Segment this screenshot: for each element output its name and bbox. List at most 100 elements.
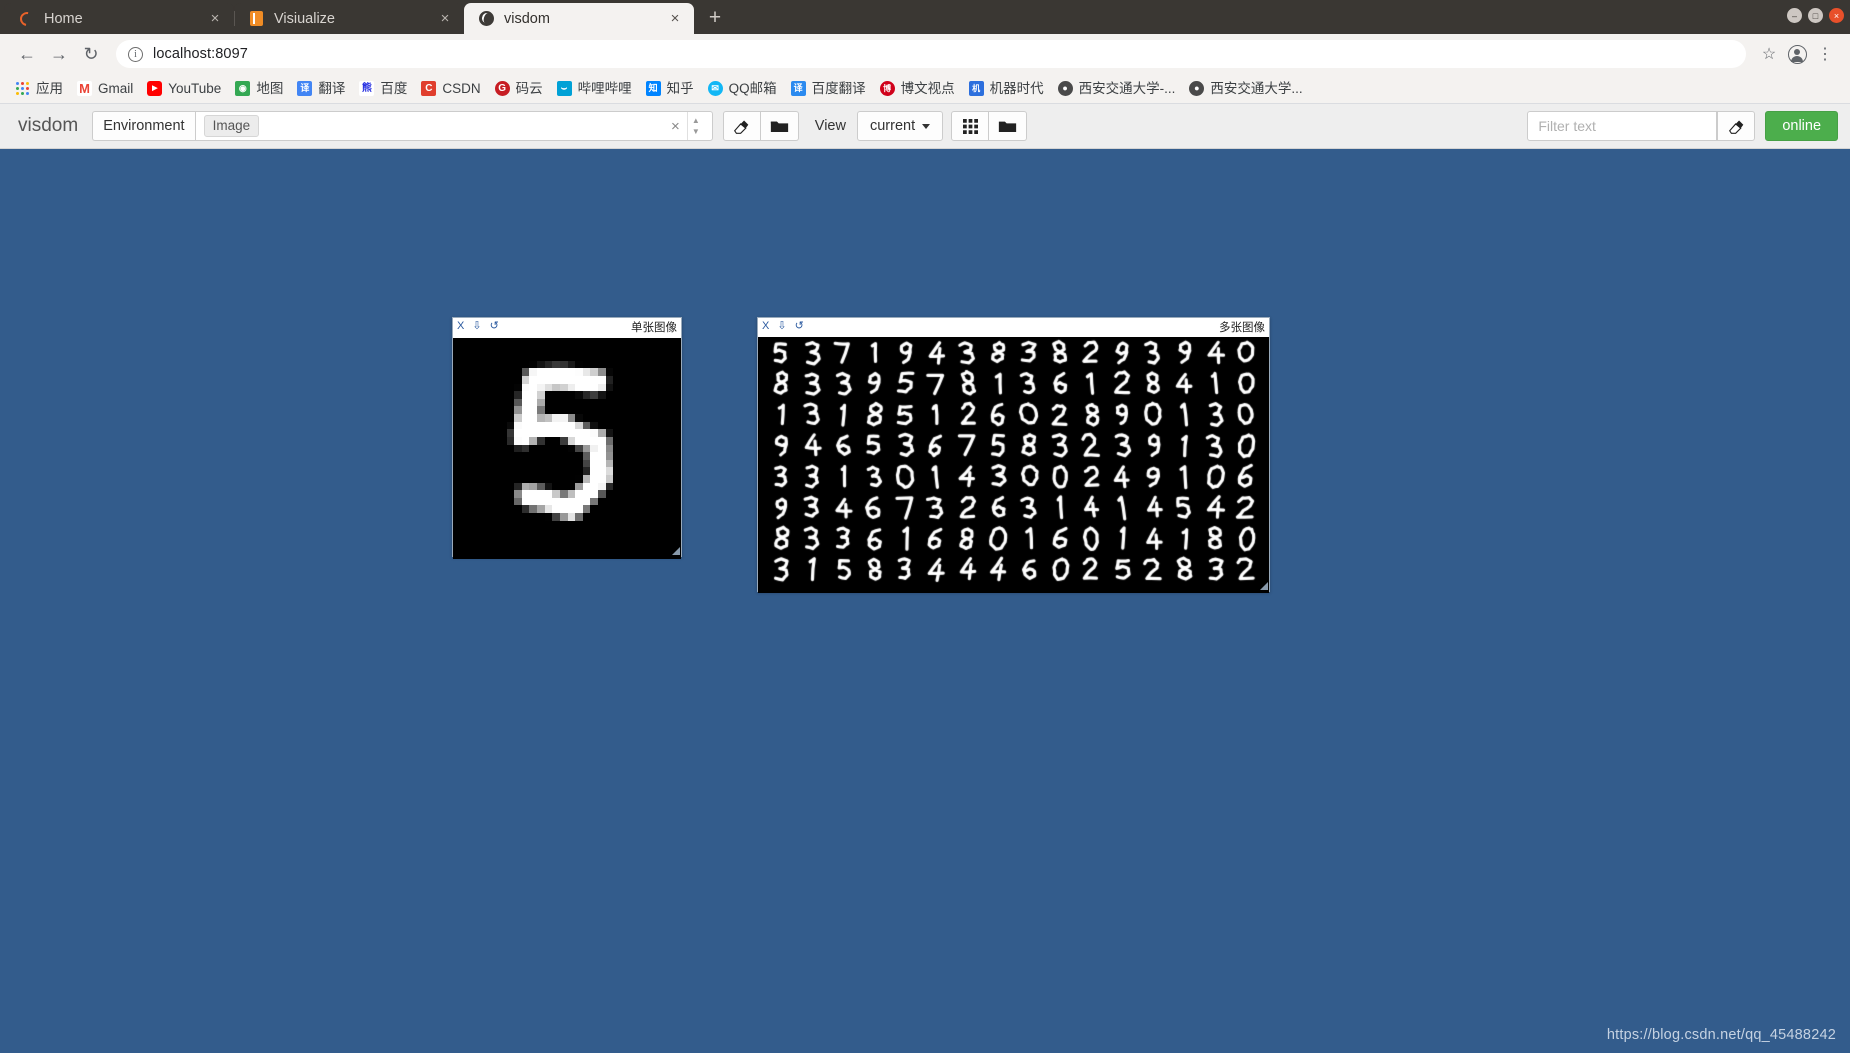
view-select[interactable]: current [856,111,944,141]
tab-visdom[interactable]: visdom × [464,3,694,34]
repack-layout-button[interactable] [951,111,990,141]
digit-cell [765,554,797,585]
clear-environment-button[interactable] [722,111,761,141]
single-digit-image [460,338,674,551]
csdn-icon: C [421,81,437,96]
environment-clear-icon[interactable]: × [664,118,687,135]
digit-cell [796,430,828,461]
url-text: localhost:8097 [153,46,248,62]
chevron-up-icon[interactable]: ▲ [692,116,700,125]
globe-icon [478,10,495,27]
environment-spinner[interactable]: ▲ ▼ [686,112,704,140]
bookmark-xjtu-2[interactable]: ● 西安交通大学... [1182,78,1309,99]
environment-select[interactable]: Image × ▲ ▼ [194,111,713,141]
bookmark-gmail[interactable]: M Gmail [70,78,140,99]
filter-input[interactable]: Filter text [1527,111,1718,141]
panel-resize-handle[interactable] [1259,581,1268,590]
address-bar: ← → ↻ i localhost:8097 ☆ ⋮ [0,34,1850,74]
bookmark-baidu[interactable]: 熊 百度 [352,78,414,99]
digit-cell [1137,554,1169,585]
digit-cell [1199,461,1231,492]
bookmark-xjtu-1[interactable]: ● 西安交通大学-... [1051,78,1183,99]
digit-cell [1230,368,1262,399]
visdom-toolbar: visdom Environment Image × ▲ ▼ View curr… [0,104,1850,149]
tab-close-icon[interactable]: × [666,10,684,28]
bookmark-apps[interactable]: 应用 [8,78,70,99]
tab-home[interactable]: Home × [4,3,234,34]
reload-icon[interactable]: ↻ [76,39,106,69]
maximize-icon[interactable]: □ [1808,8,1823,23]
bookmark-jiqi-shidai[interactable]: 机 机器时代 [962,78,1051,99]
bookmark-maps[interactable]: ◉ 地图 [228,78,290,99]
digit-cell [827,368,859,399]
bookmark-csdn[interactable]: C CSDN [414,78,487,99]
panel-single-image[interactable]: X ⇩ ↺ 单张图像 [452,317,682,559]
bookmark-label: CSDN [442,80,481,96]
digit-cell [858,461,890,492]
connection-status-badge[interactable]: online [1765,111,1839,141]
digit-cell [1230,461,1262,492]
tab-close-icon[interactable]: × [436,10,454,28]
digit-cell [1013,554,1045,585]
open-environment-button[interactable] [760,111,799,141]
digit-cell [1199,430,1231,461]
bookmark-label: Gmail [98,80,134,96]
bookmark-qqmail[interactable]: ✉ QQ邮箱 [701,78,784,99]
panel-header[interactable]: X ⇩ ↺ 多张图像 [758,318,1269,335]
digit-cell [796,554,828,585]
bookmark-youtube[interactable]: ▶ YouTube [140,78,228,99]
bookmark-zhihu[interactable]: 知 知乎 [639,78,701,99]
digit-cell [765,368,797,399]
panel-resize-handle[interactable] [671,546,680,555]
digit-cell [889,523,921,554]
profile-icon[interactable] [1784,41,1810,67]
visdom-workspace: X ⇩ ↺ 单张图像 X ⇩ ↺ 多张图像 https://blog.csdn.… [0,149,1850,1053]
environment-selected-tag[interactable]: Image [203,114,260,138]
digit-cell [1013,337,1045,368]
bookmark-bowen-shidian[interactable]: 博 博文视点 [873,78,962,99]
filter-clear-button[interactable] [1717,111,1756,141]
digit-cell [920,523,952,554]
bookmark-translate[interactable]: 译 翻译 [290,78,352,99]
chevron-down-icon[interactable]: ▼ [692,127,700,136]
back-icon[interactable]: ← [12,39,42,69]
panel-close-icon[interactable]: X [457,321,464,332]
bookmark-star-icon[interactable]: ☆ [1756,41,1782,67]
digit-cell [1137,399,1169,430]
bookmark-bilibili[interactable]: ⌣ 哔哩哔哩 [550,78,639,99]
panel-reset-icon[interactable]: ↺ [795,321,804,332]
digit-cell [1075,554,1107,585]
panel-save-icon[interactable]: ⇩ [777,321,786,332]
chrome-menu-icon[interactable]: ⋮ [1812,41,1838,67]
panel-close-icon[interactable]: X [762,321,769,332]
digit-cell [1013,492,1045,523]
digit-cell [1075,337,1107,368]
digit-cell [1168,337,1200,368]
tab-visiualize[interactable]: Visiualize × [234,3,464,34]
digit-cell [889,430,921,461]
forward-icon[interactable]: → [44,39,74,69]
url-input[interactable]: i localhost:8097 [116,40,1746,68]
digit-cell [889,368,921,399]
new-tab-button[interactable]: + [700,4,730,32]
panel-image-grid[interactable]: X ⇩ ↺ 多张图像 [757,317,1270,593]
save-layout-button[interactable] [989,111,1028,141]
panel-header[interactable]: X ⇩ ↺ 单张图像 [453,318,681,335]
digit-cell [827,523,859,554]
panel-save-icon[interactable]: ⇩ [472,321,481,332]
panel-reset-icon[interactable]: ↺ [490,321,499,332]
panel-body [453,338,681,559]
digit-cell [1137,368,1169,399]
close-icon[interactable]: × [1829,8,1844,23]
bookmark-baidu-fanyi[interactable]: 译 百度翻译 [784,78,873,99]
tab-close-icon[interactable]: × [206,10,224,28]
digit-cell [1199,492,1231,523]
digit-cell [1168,523,1200,554]
minimize-icon[interactable]: – [1787,8,1802,23]
digit-cell [889,492,921,523]
bookmark-gitee[interactable]: G 码云 [488,78,550,99]
digit-cell [1013,368,1045,399]
site-info-icon[interactable]: i [128,46,143,62]
digit-cell [858,492,890,523]
digit-cell [796,337,828,368]
